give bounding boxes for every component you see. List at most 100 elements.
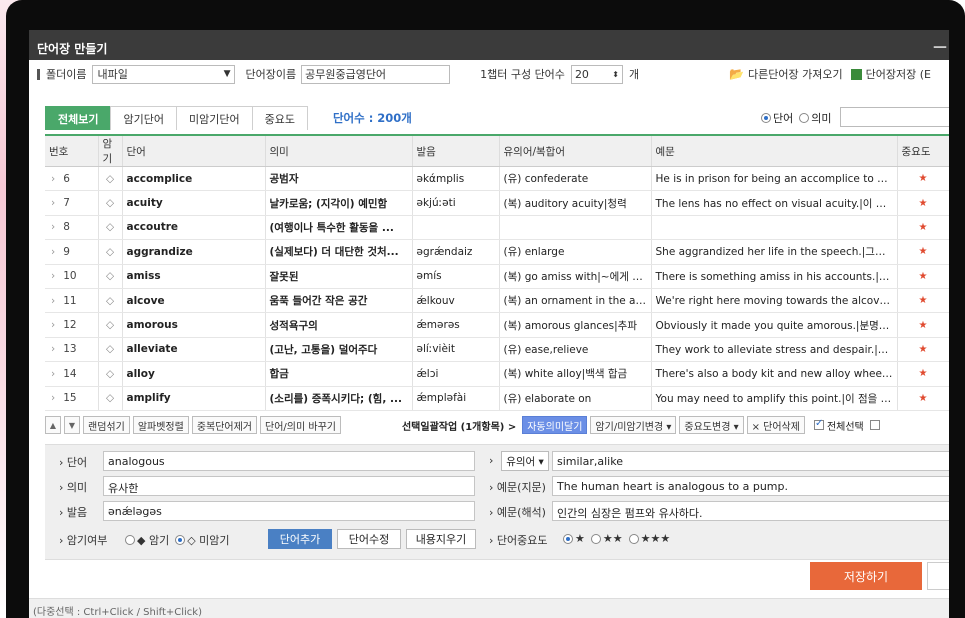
auto-meaning-button[interactable]: 자동의미달기 (522, 416, 588, 434)
row-arrow-icon[interactable]: › (51, 368, 55, 380)
col-importance[interactable]: 중요도 (897, 136, 949, 167)
row-arrow-icon[interactable]: › (51, 221, 55, 233)
table-row[interactable]: › 12 ◇ amorous 성적욕구의 ǽmərəs (복) amorous glance… (45, 312, 949, 338)
importance-change-button[interactable]: 중요도변경 ▾ (679, 416, 744, 434)
secondary-button[interactable] (927, 562, 949, 590)
memo-icon[interactable]: ◇ (98, 312, 123, 338)
memo-icon[interactable]: ◇ (98, 264, 123, 289)
radio-word[interactable] (761, 113, 771, 123)
swap-button[interactable]: 단어/의미 바꾸기 (260, 416, 341, 434)
close-icon[interactable]: — (933, 39, 947, 55)
memo-icon[interactable]: ◇ (98, 361, 123, 387)
memo-icon[interactable]: ◇ (98, 190, 123, 216)
star-icon[interactable]: ★ (897, 190, 949, 216)
memo-icon[interactable]: ◇ (98, 386, 123, 411)
ex-src-input[interactable]: The human heart is analogous to a pump. (552, 476, 949, 496)
table-row[interactable]: › 7 ◇ acuity 날카로움; (지각이) 예민함 əkjúːəti (복) audi… (45, 190, 949, 216)
memo-radio-no[interactable] (175, 535, 186, 545)
row-arrow-icon[interactable]: › (51, 270, 55, 282)
move-up-button[interactable]: ▲ (45, 416, 61, 434)
memo-change-button[interactable]: 암기/미암기변경 ▾ (590, 416, 677, 434)
tab-memorized[interactable]: 암기단어 (110, 106, 177, 130)
col-no[interactable]: 번호 (45, 136, 99, 167)
chapter-stepper[interactable]: 20 ⬍ (570, 64, 623, 84)
table-row[interactable]: › 9 ◇ aggrandize (실제보다) 더 대단한 것처... əgrǽndaiz… (45, 239, 949, 265)
radio-meaning[interactable] (799, 113, 810, 123)
memo-icon[interactable]: ◇ (98, 166, 123, 192)
row-arrow-icon[interactable]: › (51, 319, 55, 331)
row-arrow-icon[interactable]: › (51, 392, 55, 404)
dedup-button[interactable]: 중복단어제거 (191, 416, 258, 434)
star-icon[interactable]: ★ (897, 337, 949, 363)
memo-icon[interactable]: ◇ (98, 288, 123, 314)
table-toolbar: ▲ ▼ 랜덤섞기 알파벳정렬 중복단어제거 단어/의미 바꾸기 선택일괄작업 (… (45, 415, 949, 435)
import-button[interactable]: 다른단어장 가져오기 (748, 66, 843, 82)
add-word-button[interactable]: 단어추가 (268, 529, 332, 549)
ex-tr-input[interactable]: 인간의 심장은 펌프와 유사하다. (552, 501, 949, 521)
table-row[interactable]: › 6 ◇ accomplice 공범자 əkάmplis (유) confederate H… (45, 166, 949, 192)
col-memo[interactable]: 암기 (98, 136, 123, 167)
word-input[interactable]: analogous (103, 451, 475, 471)
search-input[interactable] (840, 107, 949, 127)
star-icon[interactable]: ★ (897, 166, 949, 192)
imp-radio-2[interactable] (590, 533, 601, 544)
star-icon[interactable]: ★ (897, 264, 949, 289)
stepper-icon[interactable]: ⬍ (612, 70, 619, 79)
imp-radio-3[interactable] (628, 533, 639, 544)
memo-icon[interactable]: ◇ (98, 215, 123, 241)
star-icon[interactable]: ★ (897, 215, 949, 241)
memo-icon[interactable]: ◇ (98, 239, 123, 265)
save-book-button[interactable]: 단어장저장 (E (866, 66, 931, 82)
tab-all[interactable]: 전체보기 (45, 106, 112, 130)
star-icon[interactable]: ★ (897, 361, 949, 387)
star-icon[interactable]: ★ (897, 288, 949, 314)
delete-button[interactable]: × 단어삭제 (746, 416, 805, 434)
save-button[interactable]: 저장하기 (810, 562, 922, 590)
row-arrow-icon[interactable]: › (51, 343, 55, 355)
row-arrow-icon[interactable]: › (51, 197, 55, 209)
word-cell: amiss (122, 264, 266, 289)
book-name-input[interactable]: 공무원중급영단어 (301, 64, 451, 84)
row-arrow-icon[interactable]: › (51, 246, 55, 258)
clear-button[interactable]: 내용지우기 (406, 529, 476, 549)
col-example[interactable]: 예문 (651, 136, 898, 167)
alpha-sort-button[interactable]: 알파벳정렬 (132, 416, 189, 434)
move-down-button[interactable]: ▼ (64, 416, 80, 434)
table-row[interactable]: › 13 ◇ alleviate (고난, 고통을) 덜어주다 əlíːvièit (유) … (45, 337, 949, 363)
pron-input[interactable]: ənǽləgəs (103, 501, 475, 521)
importance-options: ★ ★★ ★★★ (557, 532, 670, 545)
pron-cell: əkjúːəti (412, 190, 500, 216)
syn-input[interactable]: similar,alike (552, 451, 949, 471)
star-icon[interactable]: ★ (897, 239, 949, 265)
book-label: 단어장이름 (245, 68, 297, 81)
extra-checkbox[interactable] (869, 420, 880, 430)
memo-radio-yes[interactable] (125, 535, 135, 545)
col-syn[interactable]: 유의어/복합어 (499, 136, 652, 167)
row-number: › 11 (45, 288, 99, 314)
table-row[interactable]: › 8 ◇ accoutre (여행이나 특수한 활동을 ... ★ (45, 215, 949, 241)
table-row[interactable]: › 15 ◇ amplify (소리를) 증폭시키다; (힘, ... ǽmpləfài(… (45, 386, 949, 411)
syn-type-select[interactable]: 유의어 ▾ (501, 451, 549, 471)
col-word[interactable]: 단어 (122, 136, 266, 167)
tab-unmemorized[interactable]: 미암기단어 (175, 106, 253, 130)
table-row[interactable]: › 10 ◇ amiss 잘못된 əmís (복) go amiss with|~에게 잘.… (45, 264, 949, 289)
shuffle-button[interactable]: 랜덤섞기 (83, 416, 130, 434)
meaning-input[interactable]: 유사한 (103, 476, 475, 496)
imp-radio-1[interactable] (563, 533, 573, 544)
row-number: › 9 (45, 239, 99, 265)
row-number-value: 8 (63, 221, 70, 234)
table-row[interactable]: › 14 ◇ alloy 합금 ǽlɔi (복) white alloy|백색 합금 Ther… (45, 361, 949, 387)
col-meaning[interactable]: 의미 (265, 136, 413, 167)
star-icon[interactable]: ★ (897, 312, 949, 338)
folder-select[interactable]: 내파일 ▼ (92, 64, 236, 84)
tab-importance[interactable]: 중요도 (251, 106, 308, 130)
edit-word-button[interactable]: 단어수정 (337, 529, 401, 549)
select-all-checkbox[interactable] (813, 418, 824, 430)
star-icon[interactable]: ★ (897, 386, 949, 411)
batch-label: 선택일괄작업 (1개항목) > (401, 421, 517, 433)
row-arrow-icon[interactable]: › (51, 173, 55, 185)
col-pron[interactable]: 발음 (412, 136, 500, 167)
row-arrow-icon[interactable]: › (51, 295, 55, 307)
memo-icon[interactable]: ◇ (98, 337, 123, 363)
table-row[interactable]: › 11 ◇ alcove 움푹 들어간 작은 공간 ǽlkouv (복) an ornam… (45, 288, 949, 314)
